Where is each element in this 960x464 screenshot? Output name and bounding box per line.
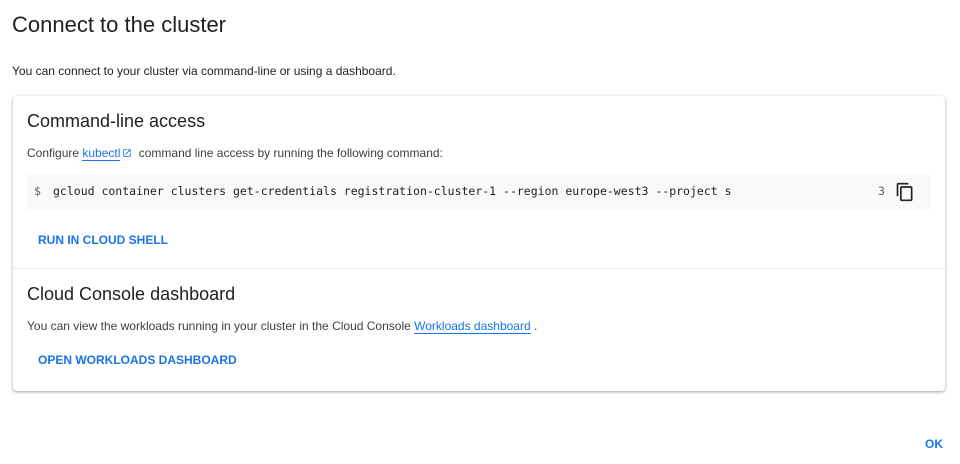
copy-icon[interactable] (895, 182, 915, 202)
command-line-title: Command-line access (27, 111, 206, 131)
external-link-icon[interactable] (122, 147, 132, 161)
cli-desc-prefix: Configure (27, 146, 83, 160)
dialog-subtitle: You can connect to your cluster via comm… (12, 64, 396, 78)
workloads-dashboard-link[interactable]: Workloads dashboard (414, 319, 531, 334)
command-line-section: Command-line access Configure kubectl co… (13, 96, 945, 268)
dashboard-title: Cloud Console dashboard (27, 284, 236, 304)
command-trailing-text: 3 (878, 184, 885, 198)
command-code-block[interactable]: $ gcloud container clusters get-credenti… (27, 174, 931, 210)
dialog-title: Connect to the cluster (12, 12, 227, 37)
open-workloads-dashboard-button[interactable]: OPEN WORKLOADS DASHBOARD (38, 353, 237, 367)
command-line-description: Configure kubectl command line access by… (27, 146, 443, 161)
gcloud-command[interactable]: gcloud container clusters get-credential… (53, 184, 773, 198)
cli-desc-suffix: command line access by running the follo… (135, 146, 443, 160)
dashboard-section: Cloud Console dashboard You can view the… (13, 268, 945, 392)
connect-dialog: Connect to the cluster You can connect t… (0, 0, 960, 464)
run-in-cloud-shell-button[interactable]: RUN IN CLOUD SHELL (38, 233, 168, 247)
ok-button[interactable]: OK (925, 437, 943, 451)
shell-prompt: $ (34, 184, 41, 198)
connection-card: Command-line access Configure kubectl co… (13, 96, 945, 391)
dashboard-desc-suffix: . (530, 319, 538, 333)
dashboard-description: You can view the workloads running in yo… (27, 319, 538, 334)
kubectl-link[interactable]: kubectl (82, 146, 121, 161)
dashboard-desc-prefix: You can view the workloads running in yo… (27, 319, 415, 333)
